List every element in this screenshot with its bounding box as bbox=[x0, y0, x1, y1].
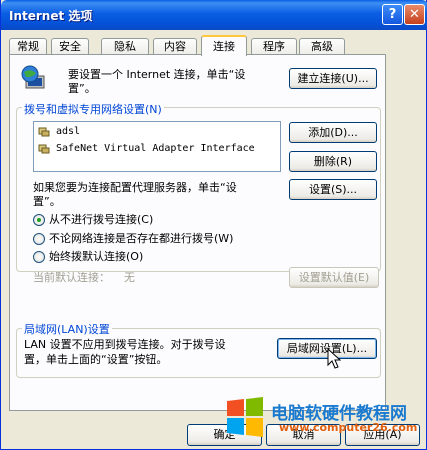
lan-text-line2: 置，单击上面的“设置”按钮。 bbox=[24, 353, 168, 366]
dialup-connection-icon bbox=[38, 125, 50, 137]
connection-name-adsl: adsl bbox=[56, 126, 81, 137]
set-default-button[interactable]: 设置默认值(E) bbox=[289, 267, 379, 288]
help-button[interactable]: ? bbox=[382, 4, 403, 25]
setup-text-line1: 要设置一个 Internet 连接，单击“设 bbox=[68, 68, 246, 81]
tab-connections[interactable]: 连接 bbox=[201, 35, 247, 56]
add-connection-button[interactable]: 添加(D)... bbox=[289, 122, 377, 143]
radio-always-dial-default[interactable]: 始终拨默认连接(O) bbox=[33, 250, 143, 264]
windows-logo-icon bbox=[225, 397, 265, 437]
radio-dial-when-no-network-label: 不论网络连接是否存在都进行拨号(W) bbox=[49, 232, 234, 245]
vpn-connection-icon bbox=[38, 142, 50, 154]
proxy-text-line2: 置”。 bbox=[33, 195, 61, 208]
watermark-url: www.computer26.com bbox=[279, 421, 418, 434]
lan-group-label: 局域网(LAN)设置 bbox=[22, 321, 112, 337]
list-item[interactable]: SafeNet Virtual Adapter Interface bbox=[38, 142, 255, 156]
watermark: 电脑软硬件教程网 www.computer26.com bbox=[223, 397, 427, 437]
proxy-text-line1: 如果您要为连接配置代理服务器，单击“设 bbox=[33, 181, 237, 194]
radio-checked-icon bbox=[33, 214, 45, 226]
radio-dial-when-no-network[interactable]: 不论网络连接是否存在都进行拨号(W) bbox=[33, 232, 233, 246]
setup-text-line2: 置”。 bbox=[68, 82, 96, 95]
internet-globe-icon bbox=[20, 64, 48, 92]
dialup-group-label: 拨号和虚拟专用网络设置(N) bbox=[22, 101, 164, 117]
radio-never-dial-label: 从不进行拨号连接(C) bbox=[49, 213, 154, 226]
setup-connection-button[interactable]: 建立连接(U)... bbox=[289, 68, 377, 89]
mouse-cursor-icon bbox=[327, 347, 342, 373]
close-button[interactable]: ✕ bbox=[404, 4, 425, 25]
remove-connection-button[interactable]: 删除(R) bbox=[289, 151, 377, 172]
radio-always-dial-default-label: 始终拨默认连接(O) bbox=[49, 250, 144, 263]
window-title: Internet 选项 bbox=[9, 9, 93, 23]
internet-options-dialog: Internet 选项 ? ✕ 常规 安全 隐私 内容 连接 程序 高级 要设置… bbox=[0, 0, 427, 450]
radio-unchecked-icon bbox=[33, 233, 45, 245]
list-item[interactable]: adsl bbox=[38, 125, 80, 139]
connection-name-safenet: SafeNet Virtual Adapter Interface bbox=[56, 143, 255, 154]
lan-text-line1: LAN 设置不应用到拨号连接。对于拨号设 bbox=[24, 338, 226, 351]
radio-unchecked-icon bbox=[33, 251, 45, 263]
radio-never-dial[interactable]: 从不进行拨号连接(C) bbox=[33, 213, 153, 227]
current-default-label: 当前默认连接： bbox=[33, 271, 110, 284]
connection-settings-button[interactable]: 设置(S)... bbox=[289, 179, 377, 200]
current-default-value: 无 bbox=[124, 271, 135, 284]
title-bar[interactable]: Internet 选项 ? ✕ bbox=[1, 0, 427, 30]
connection-list[interactable]: adsl SafeNet Virtual Adapter Interface bbox=[33, 121, 281, 172]
help-icon: ? bbox=[388, 7, 397, 22]
close-icon: ✕ bbox=[409, 7, 420, 22]
